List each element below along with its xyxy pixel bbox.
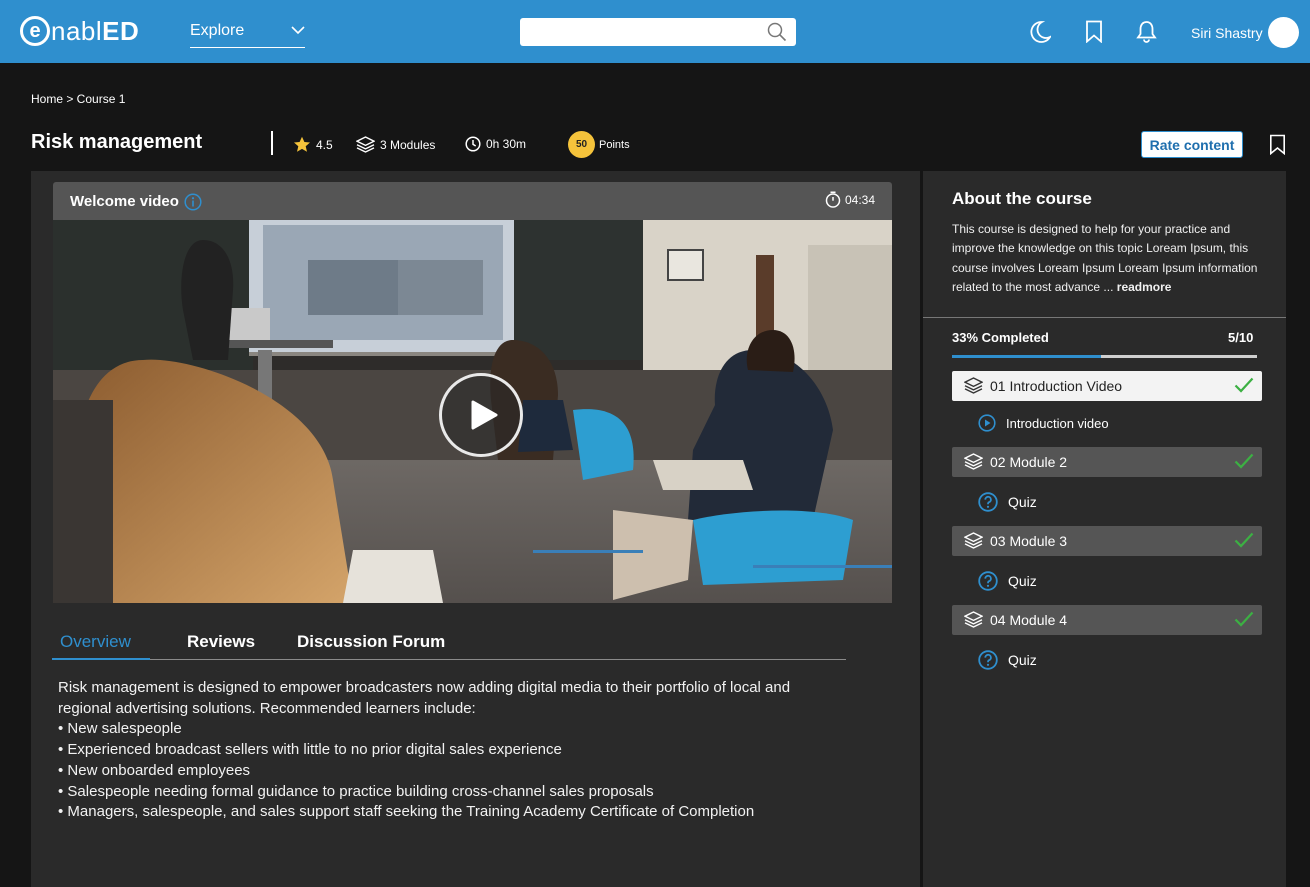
check-icon [1234,453,1254,469]
check-icon [1234,532,1254,548]
module-item-01[interactable]: 01 Introduction Video [952,371,1262,401]
module-label: 02 Module 2 [990,454,1068,470]
overview-bullet: • Salespeople needing formal guidance to… [58,782,654,800]
play-circle-icon [978,414,996,432]
rating-value: 4.5 [316,137,333,152]
course-tabs: Overview Reviews Discussion Forum [52,622,846,660]
progress-label: 33% Completed [952,330,1049,345]
lesson-quiz-module-2[interactable]: Quiz [978,490,1262,514]
lesson-introduction-video[interactable]: Introduction video [978,411,1262,435]
active-tab-indicator [52,658,150,660]
star-icon [294,136,310,152]
overview-bullet: • Managers, salespeople, and sales suppo… [58,803,755,821]
check-icon [1234,377,1254,393]
overview-intro: Risk management is designed to empower b… [58,679,791,717]
module-item-02[interactable]: 02 Module 2 [952,447,1262,477]
explore-dropdown[interactable]: Explore [190,18,305,48]
explore-label: Explore [190,21,245,39]
module-label: 04 Module 4 [990,612,1068,628]
course-duration: 0h 30m [465,136,526,152]
tab-discussion-forum[interactable]: Discussion Forum [297,632,445,652]
enabled-logo[interactable]: e nablED [20,14,139,48]
module-label: 01 Introduction Video [990,378,1123,394]
layers-icon [356,136,375,153]
play-button[interactable] [439,373,523,457]
lesson-quiz-module-4[interactable]: Quiz [978,648,1262,672]
video-duration-value: 04:34 [844,192,875,207]
logo-mark: e [20,16,50,46]
check-icon [1234,611,1254,627]
course-rating: 4.5 [293,136,333,153]
points-label: Points [599,138,630,151]
course-points: 50 Points [568,131,630,158]
overview-bullet: • Experienced broadcast sellers with lit… [58,741,562,759]
layers-icon [964,377,983,394]
lesson-label: Quiz [1008,494,1037,510]
bookmark-icon[interactable] [1085,20,1103,43]
moon-icon[interactable] [1029,20,1051,44]
layers-icon [964,532,983,549]
video-duration: 04:34 [825,191,875,208]
lesson-quiz-module-3[interactable]: Quiz [978,569,1262,593]
layers-icon [964,453,983,470]
video-title: Welcome video [70,193,179,210]
layers-icon [964,611,983,628]
module-item-03[interactable]: 03 Module 3 [952,526,1262,556]
video-player[interactable] [53,220,892,603]
title-divider [271,131,273,155]
progress-bar [952,355,1257,358]
search-icon[interactable] [767,22,787,42]
question-circle-icon [978,571,998,591]
progress-fill [952,355,1102,358]
bell-icon[interactable] [1136,20,1157,43]
progress-count: 5/10 [1228,330,1254,345]
question-circle-icon [978,650,998,670]
video-header: Welcome video 04:34 [53,182,892,220]
overview-content: Risk management is designed to empower b… [58,678,838,823]
stopwatch-icon [825,191,841,208]
overview-bullet: • New onboarded employees [58,761,251,779]
question-circle-icon [978,492,998,512]
modules-count: 3 Modules [380,137,436,152]
bookmark-course-icon[interactable] [1269,134,1286,155]
search-bar [520,18,796,46]
play-icon [471,400,498,430]
tab-reviews[interactable]: Reviews [187,632,255,652]
info-icon[interactable] [184,193,202,211]
tab-overview[interactable]: Overview [60,632,131,652]
lesson-label: Quiz [1008,573,1037,589]
module-item-04[interactable]: 04 Module 4 [952,605,1262,635]
user-name[interactable]: Siri Shastry [1191,25,1263,41]
duration-value: 0h 30m [486,137,527,151]
top-navigation-bar: e nablED Explore Siri Shastry [0,0,1310,63]
lesson-label: Quiz [1008,652,1037,668]
points-badge: 50 [568,131,595,158]
logo-text: nablED [51,15,140,46]
readmore-link[interactable]: readmore [1117,280,1172,294]
clock-icon [465,136,481,152]
search-input[interactable] [520,18,760,46]
about-title: About the course [952,189,1092,208]
module-label: 03 Module 3 [990,533,1068,549]
lesson-label: Introduction video [1006,415,1109,431]
avatar[interactable] [1268,17,1299,48]
overview-bullet: • New salespeople [58,720,182,738]
page-title: Risk management [31,131,203,153]
rate-content-button[interactable]: Rate content [1141,131,1243,158]
breadcrumb[interactable]: Home > Course 1 [31,92,125,106]
about-description: This course is designed to help for your… [952,222,1258,295]
sidebar-divider [923,317,1286,318]
course-modules: 3 Modules [356,136,435,153]
chevron-down-icon [291,26,305,35]
